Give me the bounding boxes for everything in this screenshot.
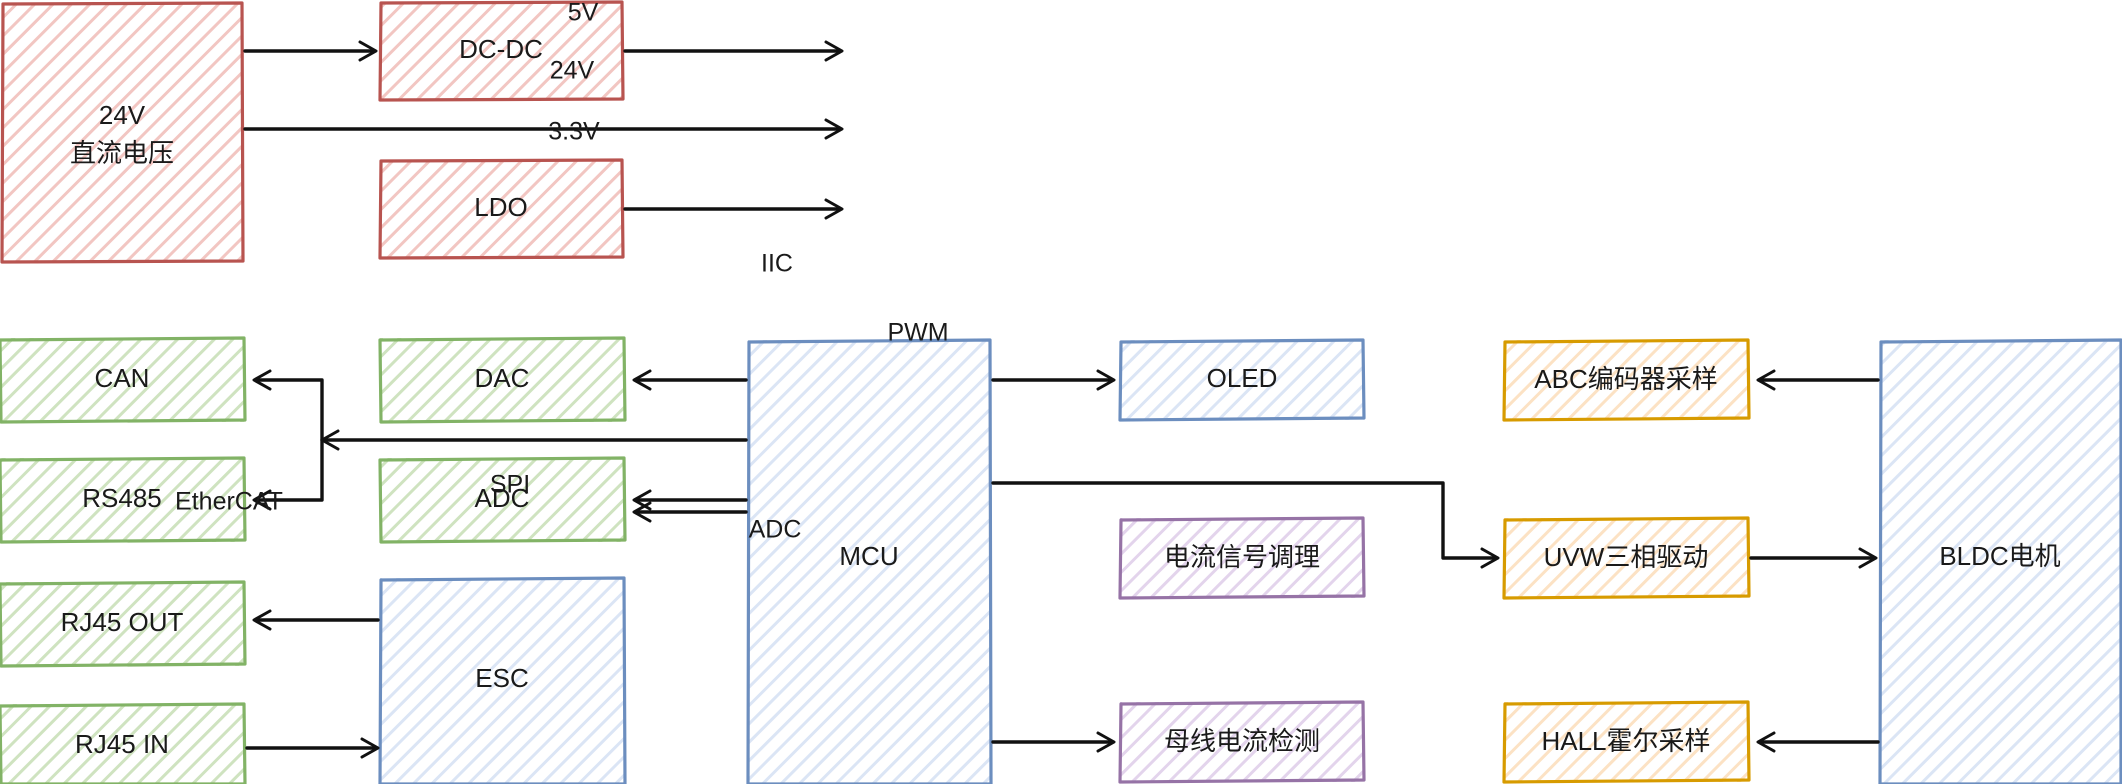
node-esc[interactable]: ESC [378,576,627,784]
node-24v-source-label-1: 24V [99,100,146,130]
node-current-signal-conditioning-label: 电流信号调理 [1164,542,1320,572]
edge-label-24v: 24V [550,57,595,85]
node-rj45-in[interactable]: RJ45 IN [0,702,247,784]
node-dac[interactable]: DAC [378,336,627,424]
node-bldc-motor-label: BLDC电机 [1939,541,2060,571]
node-uvw-three-phase-drive[interactable]: UVW三相驱动 [1502,516,1751,600]
node-rj45-out-label: RJ45 OUT [61,607,184,637]
node-24v-source-label-2: 直流电压 [70,138,174,168]
node-abc-encoder-sampling-label: ABC编码器采样 [1534,364,1717,394]
node-abc-encoder-sampling[interactable]: ABC编码器采样 [1502,338,1751,422]
conn-rj45-in-esc [245,737,380,759]
edge-label-spi: SPI [490,471,530,499]
block-diagram-canvas: 24V 直流电压 DC-DC LDO 5V 24V 3.3V CAN RS485… [0,0,2122,784]
conn-mcu-dac [632,369,748,391]
node-dac-label: DAC [475,363,530,393]
node-ldo[interactable]: LDO [378,158,625,260]
conn-mcu-adc [632,489,748,511]
node-hall-sensor-sampling[interactable]: HALL霍尔采样 [1502,700,1751,784]
node-rj45-in-label: RJ45 IN [75,729,169,759]
node-uvw-three-phase-drive-label: UVW三相驱动 [1544,542,1709,572]
node-rj45-out[interactable]: RJ45 OUT [0,580,247,668]
node-mcu-label: MCU [839,541,898,571]
node-can[interactable]: CAN [0,336,247,424]
edge-label-adc: ADC [749,516,802,544]
node-hall-sensor-sampling-label: HALL霍尔采样 [1541,726,1710,756]
node-dcdc-label: DC-DC [459,34,543,64]
node-bus-current-detection[interactable]: 母线电流检测 [1118,700,1366,784]
node-bus-current-detection-label: 母线电流检测 [1164,726,1320,756]
conn-bldc-hall [1756,731,1880,753]
edge-label-iic: IIC [761,250,793,278]
node-ldo-label: LDO [474,192,527,222]
edge-label-3v3: 3.3V [548,118,600,146]
node-oled[interactable]: OLED [1118,338,1366,422]
node-esc-label: ESC [475,663,528,693]
edge-label-5v: 5V [568,0,599,27]
node-can-label: CAN [95,363,150,393]
conn-uvw-bldc [1749,547,1878,569]
diagram-svg: 24V 直流电压 DC-DC LDO 5V 24V 3.3V CAN RS485… [0,0,2122,784]
node-oled-label: OLED [1207,363,1278,393]
edge-label-pwm: PWM [887,319,948,347]
edge-label-ethercat: EtherCAT [175,488,283,516]
node-rs485-label: RS485 [82,483,162,513]
node-mcu[interactable]: MCU [746,338,993,784]
node-24v-source[interactable]: 24V 直流电压 [0,1,245,264]
node-bldc-motor[interactable]: BLDC电机 [1878,338,2122,784]
node-current-signal-conditioning[interactable]: 电流信号调理 [1118,516,1366,600]
conn-24v-dcdc [243,40,378,62]
conn-bldc-abc-encoder [1756,369,1880,391]
